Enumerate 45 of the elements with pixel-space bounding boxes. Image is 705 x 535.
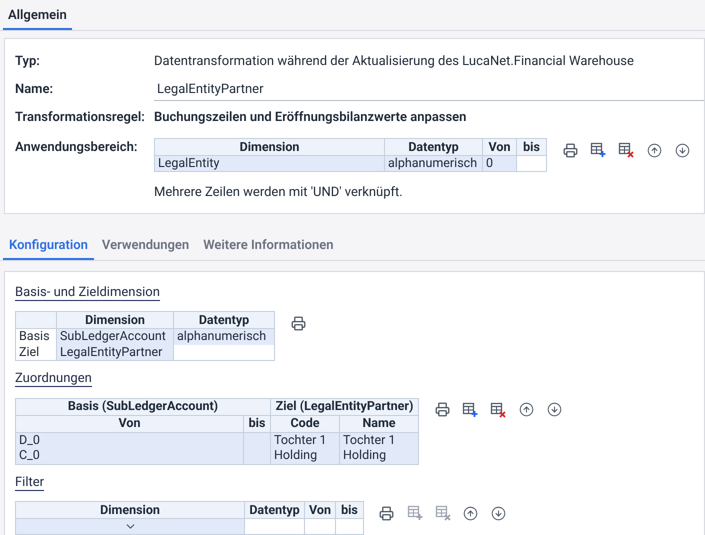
- column-header: Code: [270, 415, 340, 432]
- group-header: Ziel (LegalEntityPartner): [270, 398, 418, 415]
- field-label: Name:: [15, 81, 54, 100]
- table-cell: alphanumerisch: [174, 328, 274, 344]
- section-heading: Filter: [15, 474, 44, 490]
- column-header: [16, 312, 56, 328]
- column-header: bis: [244, 415, 270, 432]
- table-cell: LegalEntity: [154, 156, 384, 172]
- column-header: Dimension: [16, 502, 244, 518]
- note-text: Mehrere Zeilen werden mit 'UND' verknüpft.: [154, 184, 404, 202]
- table-cell: Tochter 1: [340, 432, 418, 448]
- tab[interactable]: Konfiguration: [3, 230, 94, 260]
- column-header: Von: [304, 502, 336, 518]
- field-label: Transformationsregel:: [15, 109, 146, 128]
- table-cell: C_0: [16, 448, 244, 464]
- field-label: Typ:: [15, 53, 41, 72]
- column-header: bis: [516, 138, 546, 156]
- tab[interactable]: Allgemein: [3, 0, 72, 30]
- table-cell: Tochter 1: [270, 432, 340, 448]
- table-cell: Ziel: [16, 344, 56, 360]
- column-header: Datentyp: [174, 312, 274, 328]
- column-header: Name: [340, 415, 418, 432]
- section-heading: Zuordnungen: [15, 371, 92, 387]
- column-header: Datentyp: [244, 502, 304, 518]
- column-header: Dimension: [154, 138, 384, 156]
- column-header: bis: [335, 502, 364, 518]
- table-cell: 0: [482, 156, 516, 172]
- table-cell: D_0: [16, 432, 244, 448]
- table-cell: SubLedgerAccount: [56, 328, 174, 344]
- table-cell: Holding: [340, 448, 418, 464]
- group-header: Basis (SubLedgerAccount): [16, 398, 270, 415]
- column-header: Datentyp: [384, 138, 482, 156]
- tab[interactable]: Weitere Informationen: [197, 230, 340, 260]
- column-header: Dimension: [56, 312, 174, 328]
- table-cell: Holding: [270, 448, 340, 464]
- column-header: Von: [482, 138, 516, 156]
- field-label: Anwendungsbereich:: [15, 139, 138, 157]
- section-heading: Basis- und Zieldimension: [15, 284, 160, 300]
- field-value: Datentransformation während der Aktualisierung des LucaNet.Financial Warehouse: [154, 53, 634, 72]
- column-header: Von: [16, 415, 244, 432]
- table-cell: LegalEntityPartner: [56, 344, 174, 360]
- tab[interactable]: Verwendungen: [96, 230, 196, 260]
- field-value: Buchungszeilen und Eröffnungsbilanzwerte anpassen: [154, 109, 466, 128]
- table-cell: alphanumerisch: [384, 156, 482, 172]
- table-cell: Basis: [16, 328, 56, 344]
